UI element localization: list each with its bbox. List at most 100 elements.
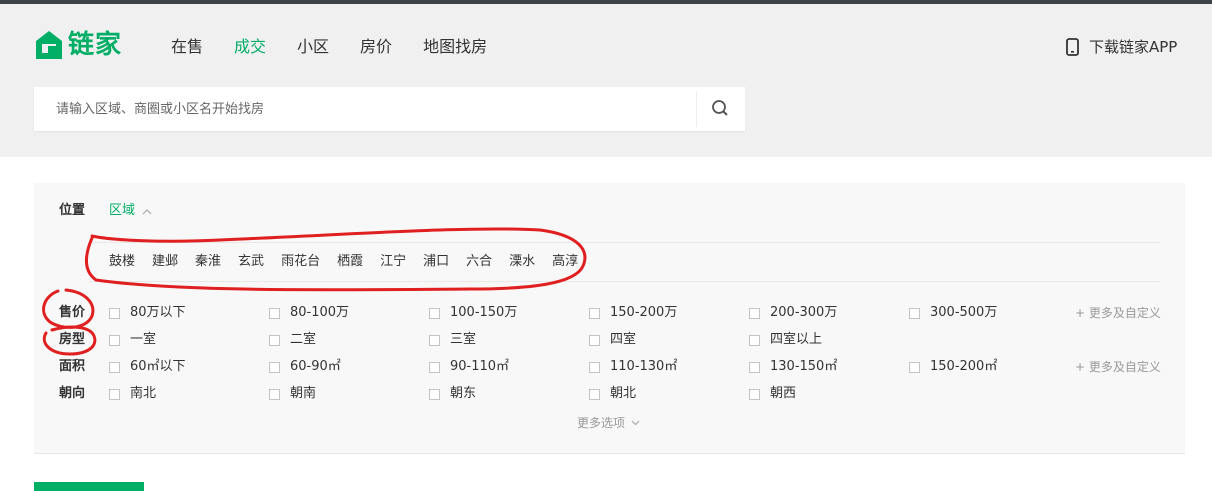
nav-item-house-price[interactable]: 房价 <box>360 36 392 58</box>
district-item[interactable]: 秦淮 <box>195 253 221 271</box>
header: 链家 在售 成交 小区 房价 地图找房 下载链家APP <box>0 4 1212 157</box>
search-button[interactable] <box>697 87 745 131</box>
area-option[interactable]: 60㎡以下 <box>109 358 186 376</box>
checkbox[interactable] <box>749 307 760 319</box>
checkbox[interactable] <box>429 334 440 346</box>
price-option[interactable]: 80万以下 <box>109 304 186 322</box>
area-option-label: 150-200㎡ <box>930 359 998 374</box>
area-option[interactable]: 130-150㎡ <box>749 358 837 376</box>
checkbox[interactable] <box>909 361 920 373</box>
logo[interactable]: 链家 <box>34 28 122 62</box>
checkbox[interactable] <box>109 334 120 346</box>
room-option-label: 四室 <box>610 332 637 347</box>
area-label: 面积 <box>59 359 86 374</box>
checkbox[interactable] <box>429 361 440 373</box>
orientation-option-label: 南北 <box>130 386 157 401</box>
district-item[interactable]: 高淳 <box>552 253 578 271</box>
district-item[interactable]: 六合 <box>466 253 492 271</box>
area-option[interactable]: 90-110㎡ <box>429 358 509 376</box>
price-option-label: 200-300万 <box>770 305 838 320</box>
room-option[interactable]: 二室 <box>269 331 316 349</box>
area-option-label: 60-90㎡ <box>290 359 341 374</box>
district-item[interactable]: 雨花台 <box>281 253 320 271</box>
search-icon <box>712 100 728 116</box>
room-option-label: 四室以上 <box>770 332 823 347</box>
room-label: 房型 <box>59 332 86 347</box>
area-option[interactable]: 150-200㎡ <box>909 358 997 376</box>
search-input[interactable] <box>34 87 684 131</box>
checkbox[interactable] <box>269 334 280 346</box>
area-option[interactable]: 110-130㎡ <box>589 358 677 376</box>
location-tab-label: 区域 <box>109 203 136 218</box>
orientation-option-label: 朝南 <box>290 386 317 401</box>
nav-item-map-search[interactable]: 地图找房 <box>423 36 487 58</box>
orientation-option[interactable]: 朝南 <box>269 385 316 403</box>
house-logo-icon <box>36 31 62 59</box>
price-option[interactable]: 200-300万 <box>749 304 837 322</box>
district-item[interactable]: 江宁 <box>380 253 406 271</box>
room-option[interactable]: 四室以上 <box>749 331 822 349</box>
checkbox[interactable] <box>589 388 600 400</box>
checkbox[interactable] <box>589 361 600 373</box>
checkbox[interactable] <box>429 307 440 319</box>
price-option[interactable]: 80-100万 <box>269 304 349 322</box>
checkbox[interactable] <box>749 388 760 400</box>
checkbox[interactable] <box>269 307 280 319</box>
orientation-option[interactable]: 朝西 <box>749 385 796 403</box>
main-nav: 在售 成交 小区 房价 地图找房 <box>171 36 518 58</box>
price-option-label: 150-200万 <box>610 305 678 320</box>
app-download-link[interactable]: 下载链家APP <box>1066 36 1177 58</box>
filter-panel: 位置 区域 鼓楼 建邺 秦淮 玄武 雨花台 栖霞 江宁 浦口 六合 溧水 高淳 … <box>34 183 1185 454</box>
checkbox[interactable] <box>269 361 280 373</box>
checkbox[interactable] <box>269 388 280 400</box>
district-item[interactable]: 玄武 <box>238 253 264 271</box>
orientation-option[interactable]: 朝北 <box>589 385 636 403</box>
checkbox[interactable] <box>429 388 440 400</box>
orientation-option[interactable]: 朝东 <box>429 385 476 403</box>
district-item[interactable]: 栖霞 <box>337 253 363 271</box>
checkbox[interactable] <box>109 388 120 400</box>
price-more-custom-link[interactable]: + 更多及自定义 <box>1075 304 1161 322</box>
checkbox[interactable] <box>909 307 920 319</box>
room-option-label: 二室 <box>290 332 317 347</box>
nav-item-for-sale[interactable]: 在售 <box>171 36 203 58</box>
logo-text: 链家 <box>68 30 123 60</box>
checkbox[interactable] <box>749 361 760 373</box>
orientation-row: 朝向 南北 朝南 朝东 朝北 朝西 <box>34 385 1185 403</box>
section-accent-bar <box>34 482 144 491</box>
price-option[interactable]: 150-200万 <box>589 304 677 322</box>
room-option-label: 一室 <box>130 332 157 347</box>
checkbox[interactable] <box>109 361 120 373</box>
location-label: 位置 <box>59 203 86 218</box>
area-more-custom-link[interactable]: + 更多及自定义 <box>1075 358 1161 376</box>
checkbox[interactable] <box>749 334 760 346</box>
room-option[interactable]: 三室 <box>429 331 476 349</box>
more-options-toggle[interactable]: 更多选项 <box>577 414 640 432</box>
price-option-label: 300-500万 <box>930 305 998 320</box>
checkbox[interactable] <box>589 307 600 319</box>
orientation-option[interactable]: 南北 <box>109 385 156 403</box>
orientation-option-label: 朝北 <box>610 386 637 401</box>
area-option-label: 110-130㎡ <box>610 359 678 374</box>
district-item[interactable]: 建邺 <box>152 253 178 271</box>
district-item[interactable]: 鼓楼 <box>109 253 135 271</box>
nav-item-sold[interactable]: 成交 <box>234 36 266 58</box>
price-option[interactable]: 100-150万 <box>429 304 517 322</box>
district-item[interactable]: 溧水 <box>509 253 535 271</box>
orientation-option-label: 朝西 <box>770 386 797 401</box>
district-item[interactable]: 浦口 <box>423 253 449 271</box>
room-row: 房型 一室 二室 三室 四室 四室以上 <box>34 331 1185 349</box>
price-option[interactable]: 300-500万 <box>909 304 997 322</box>
price-label: 售价 <box>59 305 86 320</box>
area-option[interactable]: 60-90㎡ <box>269 358 341 376</box>
room-option[interactable]: 四室 <box>589 331 636 349</box>
checkbox[interactable] <box>109 307 120 319</box>
area-option-label: 60㎡以下 <box>130 359 186 374</box>
room-option[interactable]: 一室 <box>109 331 156 349</box>
checkbox[interactable] <box>589 334 600 346</box>
phone-icon <box>1066 38 1079 56</box>
price-row: 售价 80万以下 80-100万 100-150万 150-200万 200-3… <box>34 304 1185 322</box>
nav-item-community[interactable]: 小区 <box>297 36 329 58</box>
chevron-down-icon <box>631 420 640 426</box>
location-tab-district[interactable]: 区域 <box>109 202 152 220</box>
